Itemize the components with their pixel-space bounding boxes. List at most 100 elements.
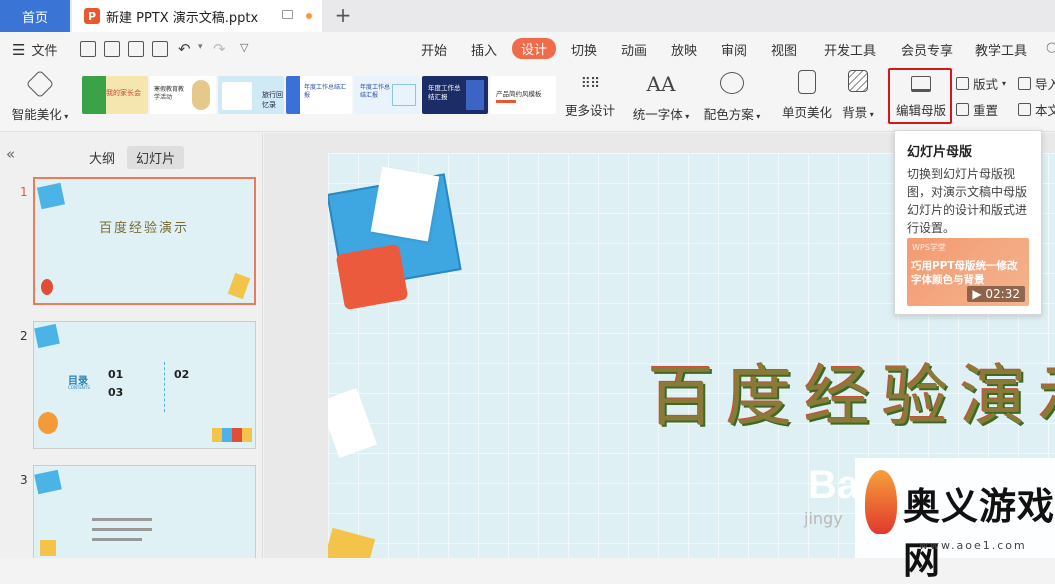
undo-icon[interactable]: ↶ xyxy=(178,40,191,58)
slide-thumbnail-1[interactable]: 百度经验演示 xyxy=(33,177,256,305)
slide-title[interactable]: 百度经验演示 xyxy=(648,343,1055,439)
theme-thumb-7[interactable]: 产品简约风模板 xyxy=(490,76,556,114)
page-beautify-button[interactable]: 单页美化 xyxy=(780,70,834,121)
slide-thumb-toc-sub: CONTENTS xyxy=(68,385,90,390)
layout-button[interactable]: 版式 ▾ xyxy=(956,74,1006,93)
print-icon[interactable] xyxy=(128,41,144,57)
this-text-icon xyxy=(1018,103,1031,116)
paper-scrap-illustration xyxy=(328,387,378,459)
cube-icon xyxy=(25,69,55,99)
layout-label: 版式 xyxy=(973,77,999,92)
redo-icon[interactable]: ↷ xyxy=(213,40,226,58)
theme-thumb-3[interactable]: 旅行回忆录 xyxy=(218,76,284,114)
monitor-icon[interactable] xyxy=(282,10,293,19)
slide-thumbnail-3[interactable] xyxy=(33,465,256,558)
edit-master-tooltip: 幻灯片母版 切换到幻灯片母版视图，对演示文稿中母版幻灯片的设计和版式进行设置。 … xyxy=(894,130,1042,315)
theme-thumb-2[interactable]: 寒假教育教学活动 xyxy=(150,76,216,114)
site-logo-url: www.aoe1.com xyxy=(919,539,1027,552)
import-button[interactable]: 导入 xyxy=(1018,74,1055,93)
export-pdf-icon[interactable] xyxy=(104,41,120,57)
slide-number: 3 xyxy=(20,473,28,487)
tab-slideshow[interactable]: 放映 xyxy=(671,40,697,59)
color-scheme-button[interactable]: 配色方案 ▾ xyxy=(702,70,762,123)
tab-design[interactable]: 设计 xyxy=(512,38,557,59)
theme-thumb-6[interactable]: 年度工作总结汇报 xyxy=(422,76,488,114)
search-icon[interactable]: ○ xyxy=(1046,40,1055,55)
theme-thumb-text: 我的家长会 xyxy=(106,89,141,97)
design-ribbon: 智能美化 ▾ 我的家长会 寒假教育教学活动 旅行回忆录 年度工作总结汇报 年度工… xyxy=(0,66,1055,132)
this-text-label: 本文 xyxy=(1035,103,1055,118)
tooltip-description: 切换到幻灯片母版视图，对演示文稿中母版幻灯片的设计和版式进行设置。 xyxy=(907,167,1028,235)
master-slide-icon xyxy=(911,76,931,92)
palette-icon xyxy=(720,72,744,94)
video-brand: WPS学堂 xyxy=(912,243,946,252)
print-preview-icon[interactable] xyxy=(152,41,168,57)
title-tab-bar: 首页 P 新建 PPTX 演示文稿.pptx + xyxy=(0,0,1055,32)
tab-insert[interactable]: 插入 xyxy=(471,40,497,59)
slide-panel: « 大纲 幻灯片 1 百度经验演示 2 目录 CONTENTS 01 02 03… xyxy=(0,133,263,558)
site-logo: 奥义游戏网 www.aoe1.com xyxy=(855,458,1055,582)
more-design-button[interactable]: ⠿⠿ 更多设计 xyxy=(564,70,616,119)
home-tab[interactable]: 首页 xyxy=(0,0,70,32)
theme-thumb-text: 年度工作总结汇报 xyxy=(360,84,391,99)
collapse-panel-icon[interactable]: « xyxy=(6,145,15,163)
reset-button[interactable]: 重置 xyxy=(956,100,998,119)
slide-number: 1 xyxy=(20,185,28,199)
theme-thumb-text: 旅行回忆录 xyxy=(262,91,283,109)
video-duration-text: 02:32 xyxy=(985,287,1020,301)
slide-thumb-item: 01 xyxy=(108,368,124,381)
slide-number: 2 xyxy=(20,329,28,343)
site-logo-name: 奥义游戏网 xyxy=(903,484,1055,582)
background-icon xyxy=(848,70,868,92)
smart-beautify-button[interactable]: 智能美化 ▾ xyxy=(10,69,70,123)
slide-thumb-item: 03 xyxy=(108,386,124,399)
document-tab[interactable]: P 新建 PPTX 演示文稿.pptx xyxy=(72,0,322,32)
unify-font-button[interactable]: AA 统一字体 ▾ xyxy=(632,70,690,123)
tooltip-title: 幻灯片母版 xyxy=(907,145,973,160)
customize-toolbar-icon[interactable]: ▽ xyxy=(240,41,248,54)
this-text-button[interactable]: 本文 xyxy=(1018,100,1055,119)
slide-thumbnail-2[interactable]: 目录 CONTENTS 01 02 03 xyxy=(33,321,256,449)
tab-review[interactable]: 审阅 xyxy=(721,40,747,59)
edit-master-label: 编辑母版 xyxy=(895,103,946,118)
edit-master-button[interactable]: 编辑母版 xyxy=(892,70,950,119)
tab-teaching[interactable]: 教学工具 xyxy=(975,40,1027,59)
unify-font-label: 统一字体 xyxy=(632,107,683,122)
tab-view[interactable]: 视图 xyxy=(771,40,797,59)
layout-icon xyxy=(956,77,969,90)
theme-thumb-4[interactable]: 年度工作总结汇报 xyxy=(286,76,352,114)
watermark-subtext: jingy xyxy=(804,509,843,528)
ppt-file-icon: P xyxy=(84,8,100,24)
smart-beautify-label: 智能美化 xyxy=(11,107,62,122)
file-menu-label: 文件 xyxy=(31,44,58,59)
theme-thumb-1[interactable]: 我的家长会 xyxy=(82,76,148,114)
more-design-label: 更多设计 xyxy=(564,103,615,118)
page-icon xyxy=(798,70,816,94)
red-folder-illustration xyxy=(335,243,409,311)
video-duration: ▶ 02:32 xyxy=(967,286,1025,302)
new-tab-button[interactable]: + xyxy=(333,4,353,26)
yellow-shape-illustration xyxy=(328,527,376,558)
tab-developer[interactable]: 开发工具 xyxy=(824,40,876,59)
play-icon: ▶ xyxy=(972,287,982,301)
tab-member[interactable]: 会员专享 xyxy=(901,40,953,59)
color-scheme-label: 配色方案 xyxy=(703,107,754,122)
tab-transition[interactable]: 切换 xyxy=(571,40,597,59)
background-button[interactable]: 背景 ▾ xyxy=(840,70,876,121)
theme-thumb-5[interactable]: 年度工作总结汇报 xyxy=(354,76,420,114)
import-icon xyxy=(1018,77,1031,90)
tab-slides[interactable]: 幻灯片 xyxy=(127,146,185,169)
page-beautify-label: 单页美化 xyxy=(781,105,832,120)
undo-dropdown-icon[interactable]: ▾ xyxy=(198,42,203,52)
file-menu[interactable]: ☰ 文件 xyxy=(12,40,58,60)
tutorial-video-card[interactable]: WPS学堂 巧用PPT母版统一修改字体颜色与背景 ▶ 02:32 xyxy=(907,238,1029,306)
theme-thumb-text: 产品简约风模板 xyxy=(496,90,542,98)
reset-label: 重置 xyxy=(973,103,999,118)
tab-outline[interactable]: 大纲 xyxy=(80,146,124,169)
theme-thumb-text: 年度工作总结汇报 xyxy=(428,84,461,101)
tab-start[interactable]: 开始 xyxy=(421,40,447,59)
theme-thumb-text: 年度工作总结汇报 xyxy=(304,84,347,99)
save-icon[interactable] xyxy=(80,41,96,57)
import-label: 导入 xyxy=(1035,77,1055,92)
tab-animation[interactable]: 动画 xyxy=(621,40,647,59)
